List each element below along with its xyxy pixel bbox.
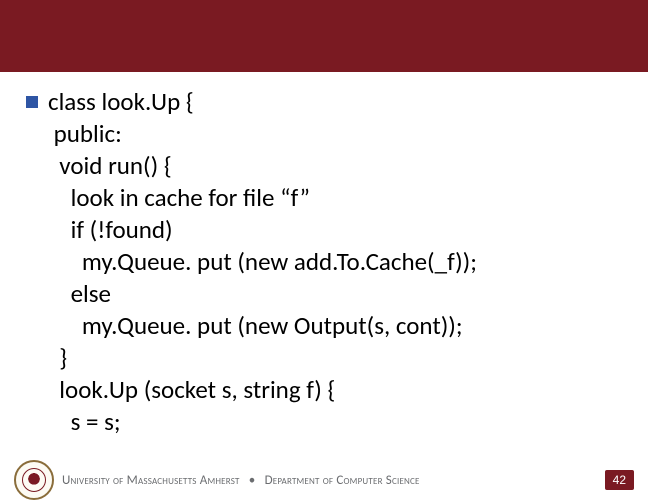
code-block: class look.Up { public: void run() { loo… xyxy=(48,86,477,438)
square-bullet-icon xyxy=(26,96,38,108)
footer-department: Department of Computer Science xyxy=(265,473,420,488)
code-line: if (!found) xyxy=(48,214,173,245)
slide-footer: University of Massachusetts Amherst • De… xyxy=(0,462,648,504)
bullet-item: class look.Up { public: void run() { loo… xyxy=(26,86,622,438)
title-band xyxy=(0,0,648,72)
code-line: public: xyxy=(48,118,122,149)
code-line: } xyxy=(48,342,67,373)
page-number-badge: 42 xyxy=(605,470,634,490)
code-line: s = s; xyxy=(48,406,121,437)
footer-text: University of Massachusetts Amherst • De… xyxy=(62,473,420,488)
code-line: look in cache for file “f” xyxy=(48,182,310,213)
footer-separator: • xyxy=(249,473,256,488)
code-line: look.Up (socket s, string f) { xyxy=(48,374,335,405)
code-line: void run() { xyxy=(48,150,172,181)
code-line: my.Queue. put (new Output(s, cont)); xyxy=(48,310,463,341)
slide-body: class look.Up { public: void run() { loo… xyxy=(0,72,648,504)
page-number: 42 xyxy=(613,473,626,487)
code-line: class look.Up { xyxy=(48,86,194,117)
footer-institution: University of Massachusetts Amherst xyxy=(62,473,240,488)
code-line: else xyxy=(48,278,111,309)
code-line: my.Queue. put (new add.To.Cache(_f)); xyxy=(48,246,477,277)
umass-seal-icon xyxy=(14,460,54,500)
